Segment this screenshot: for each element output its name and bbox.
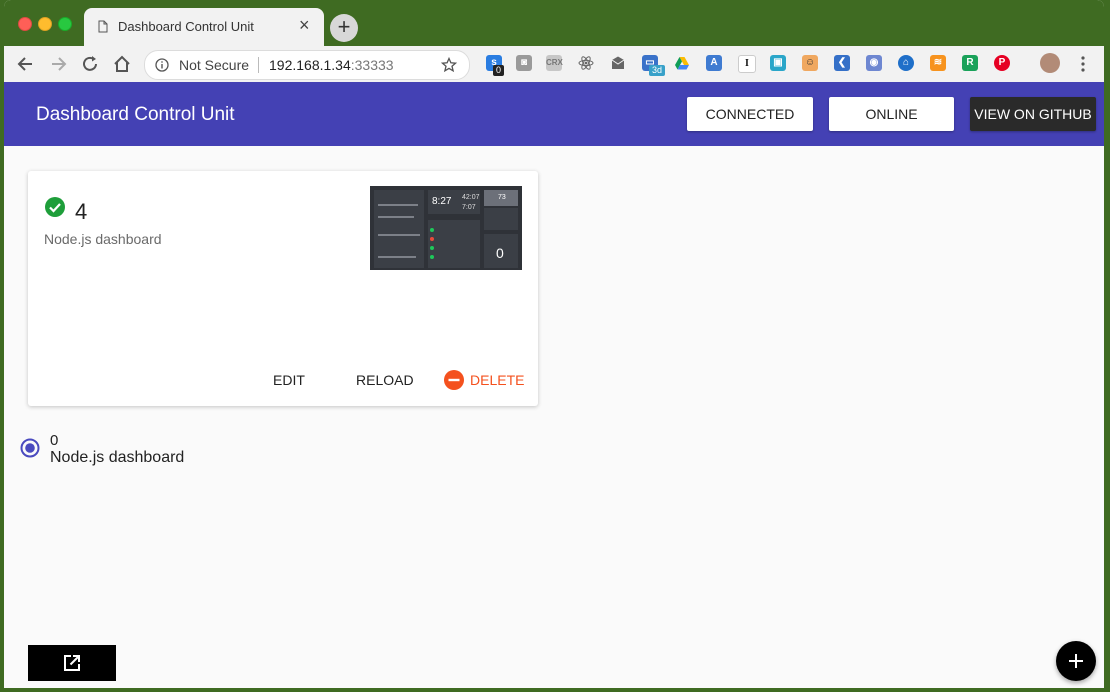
minimize-window-button[interactable] [38, 17, 52, 31]
reload-icon[interactable] [80, 54, 100, 74]
instapaper-icon[interactable]: I [738, 55, 756, 73]
google-drive-icon[interactable] [674, 55, 690, 71]
thumb-status-dot [430, 255, 434, 259]
browser-toolbar: Not Secure 192.168.1.34:33333 s 0 ◙ CRX … [4, 46, 1104, 83]
extension-font-icon[interactable]: A [706, 55, 722, 71]
extension-react-icon[interactable] [578, 55, 594, 71]
url-port: :33333 [350, 57, 394, 73]
connected-button[interactable]: CONNECTED [687, 97, 813, 131]
dashboard-count: 4 [75, 199, 88, 224]
profile-avatar-icon[interactable] [1040, 53, 1060, 73]
browser-titlebar: Dashboard Control Unit × + [4, 0, 1104, 46]
thumb-status-dot [430, 246, 434, 250]
thumb-list-pane [428, 220, 480, 268]
thumb-forecast-pane [484, 208, 518, 230]
browser-tab[interactable]: Dashboard Control Unit × [84, 8, 324, 46]
extension-bank-icon[interactable]: ⌂ [898, 55, 914, 71]
thumb-counter: 0 [496, 245, 504, 261]
forward-arrow-icon[interactable] [48, 54, 68, 74]
thumb-status-dot [430, 228, 434, 232]
thumb-time: 8:27 [432, 196, 452, 207]
tab-title: Dashboard Control Unit [118, 19, 254, 34]
thumb-time-small: 42:07 [462, 194, 480, 201]
extension-r-icon[interactable]: R [962, 55, 978, 71]
delete-button[interactable]: DELETE [470, 371, 524, 389]
app-title: Dashboard Control Unit [36, 104, 235, 125]
address-separator [258, 57, 259, 73]
add-dashboard-button[interactable] [1056, 641, 1096, 681]
dashboard-card: 4 Node.js dashboard 8:27 42:07 7:07 73 0… [28, 171, 538, 406]
tab-close-icon[interactable]: × [299, 15, 310, 36]
security-label: Not Secure [179, 57, 250, 73]
page-icon [98, 20, 108, 33]
extension-3d-badge: 3d [649, 65, 666, 76]
dashboard-thumbnail[interactable]: 8:27 42:07 7:07 73 0 [370, 186, 522, 270]
extension-mail-icon[interactable] [610, 55, 626, 71]
open-in-new-icon [64, 655, 80, 671]
rss-icon[interactable]: ≋ [930, 55, 946, 71]
dashboard-subtitle: Node.js dashboard [44, 231, 162, 247]
online-button[interactable]: ONLINE [829, 97, 954, 131]
new-tab-button[interactable]: + [330, 14, 358, 42]
thumb-line [378, 216, 414, 218]
thumb-line [378, 234, 420, 236]
thumb-line [378, 256, 416, 258]
extension-face-icon[interactable]: ☺ [802, 55, 818, 71]
open-external-button[interactable] [28, 645, 116, 681]
browser-window: Dashboard Control Unit × + Not Secure 19… [4, 0, 1104, 688]
check-circle-icon [45, 197, 65, 217]
list-item-label: Node.js dashboard [50, 449, 185, 466]
extension-counter-badge: 0 [493, 65, 505, 76]
thumb-status-dot [430, 237, 434, 241]
info-icon[interactable] [155, 58, 169, 72]
app-header: Dashboard Control Unit CONNECTED ONLINE … [4, 82, 1104, 146]
address-bar[interactable]: Not Secure 192.168.1.34:33333 [144, 50, 470, 80]
edit-button[interactable]: EDIT [273, 371, 305, 389]
extension-square-icon[interactable]: ▣ [770, 55, 786, 71]
view-on-github-button[interactable]: VIEW ON GITHUB [970, 97, 1096, 131]
extension-camera-icon[interactable]: ◙ [516, 55, 532, 71]
url-text[interactable]: 192.168.1.34:33333 [269, 57, 394, 73]
pinterest-icon[interactable]: P [994, 55, 1010, 71]
home-icon[interactable] [112, 54, 132, 74]
browser-menu-icon[interactable] [1081, 54, 1085, 74]
reload-button[interactable]: RELOAD [356, 371, 414, 389]
plus-icon [1069, 654, 1083, 668]
thumb-time-tertiary: 7:07 [462, 204, 476, 211]
maximize-window-button[interactable] [58, 17, 72, 31]
thumb-line [378, 204, 418, 206]
radio-checked-icon[interactable] [20, 438, 40, 458]
list-item-count: 0 [50, 432, 59, 449]
extension-camera-blue-icon[interactable]: ◉ [866, 55, 882, 71]
bookmark-star-icon[interactable] [441, 57, 457, 73]
back-arrow-icon[interactable] [16, 54, 36, 74]
extension-crx-icon[interactable]: CRX [546, 55, 563, 71]
thumb-temp: 73 [498, 194, 506, 201]
close-window-button[interactable] [18, 17, 32, 31]
remove-circle-icon[interactable] [444, 370, 464, 390]
url-host: 192.168.1.34 [269, 57, 351, 73]
extension-code-icon[interactable]: ❮ [834, 55, 850, 71]
